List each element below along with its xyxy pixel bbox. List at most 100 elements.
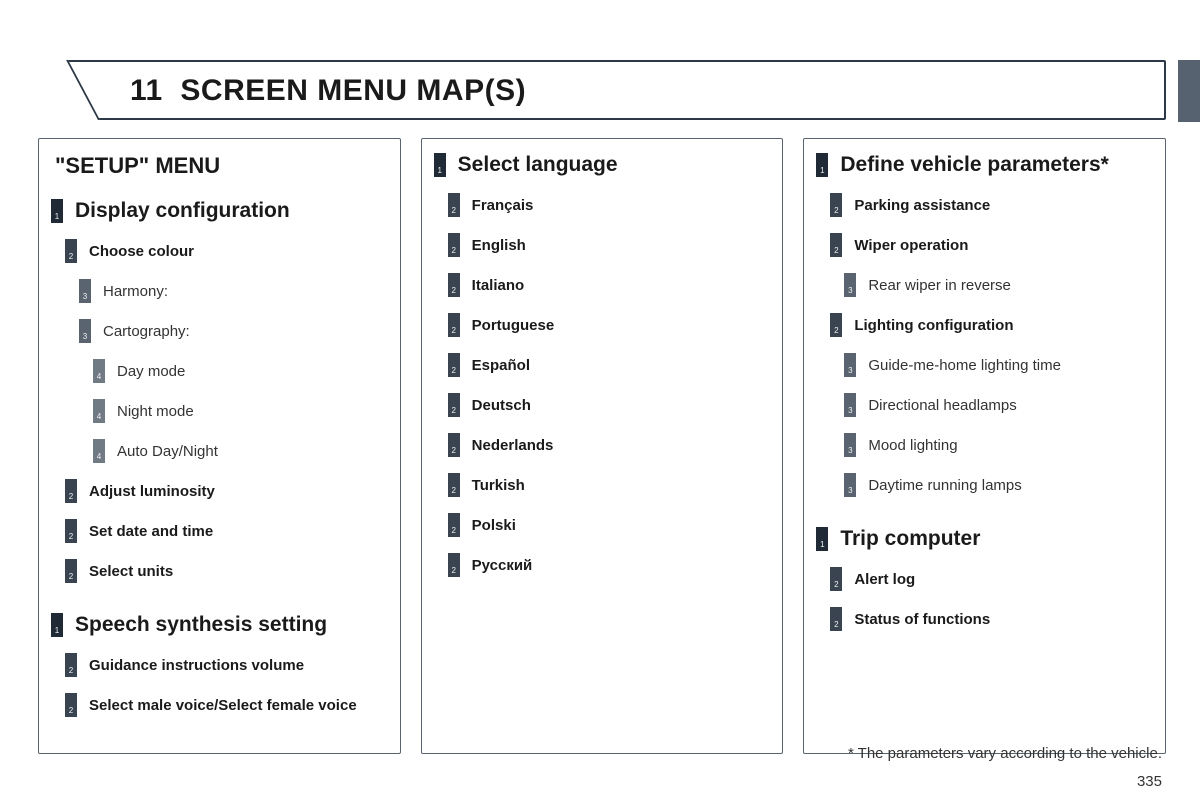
- footnote: * The parameters vary according to the v…: [848, 745, 1162, 762]
- menu-item: 2Choose colour: [51, 239, 388, 263]
- level-marker: 2: [448, 273, 460, 297]
- level-marker: 4: [93, 399, 105, 423]
- menu-item: 2Français: [434, 193, 771, 217]
- menu-item: 2Alert log: [816, 567, 1153, 591]
- menu-item-label: Set date and time: [77, 523, 213, 540]
- level-marker: 3: [79, 279, 91, 303]
- level-marker: 1: [51, 613, 63, 637]
- level-marker: 2: [65, 479, 77, 503]
- menu-item-label: Define vehicle parameters*: [828, 153, 1108, 177]
- menu-item-label: Select male voice/Select female voice: [77, 697, 357, 714]
- menu-item-label: Display configuration: [63, 199, 290, 223]
- panel-title: "SETUP" MENU: [51, 153, 388, 179]
- level-marker: 2: [830, 607, 842, 631]
- menu-item: 2Guidance instructions volume: [51, 653, 388, 677]
- menu-item: 2English: [434, 233, 771, 257]
- menu-item-label: Cartography:: [91, 323, 190, 340]
- menu-item: 1Display configuration: [51, 199, 388, 223]
- menu-item: 3Guide-me-home lighting time: [816, 353, 1153, 377]
- menu-item-label: Lighting configuration: [842, 317, 1013, 334]
- menu-item-label: Night mode: [105, 403, 194, 420]
- level-marker: 3: [79, 319, 91, 343]
- level-marker: 2: [448, 193, 460, 217]
- level-marker: 2: [448, 473, 460, 497]
- menu-item: 2Portuguese: [434, 313, 771, 337]
- menu-item-label: Adjust luminosity: [77, 483, 215, 500]
- menu-item-label: Select units: [77, 563, 173, 580]
- columns: "SETUP" MENU 1Display configuration2Choo…: [38, 138, 1166, 754]
- menu-item: 2Parking assistance: [816, 193, 1153, 217]
- panel-vehicle-parameters: 1Define vehicle parameters*2Parking assi…: [803, 138, 1166, 754]
- menu-item: 2Set date and time: [51, 519, 388, 543]
- menu-item: 2Nederlands: [434, 433, 771, 457]
- menu-item: 1Define vehicle parameters*: [816, 153, 1153, 177]
- level-marker: 4: [93, 439, 105, 463]
- panel-language: 1Select language2Français2English2Italia…: [421, 138, 784, 754]
- menu-item: 2Wiper operation: [816, 233, 1153, 257]
- menu-item: 3Daytime running lamps: [816, 473, 1153, 497]
- level-marker: 2: [830, 193, 842, 217]
- menu-list: 1Define vehicle parameters*2Parking assi…: [816, 153, 1153, 647]
- menu-item-label: Daytime running lamps: [856, 477, 1021, 494]
- level-marker: 2: [65, 559, 77, 583]
- menu-item-label: Guidance instructions volume: [77, 657, 304, 674]
- menu-item-label: Русский: [460, 557, 533, 574]
- level-marker: 1: [816, 153, 828, 177]
- menu-item: 2Status of functions: [816, 607, 1153, 631]
- menu-item: 3Directional headlamps: [816, 393, 1153, 417]
- chapter-title: 11 SCREEN MENU MAP(S): [130, 74, 526, 108]
- level-marker: 3: [844, 433, 856, 457]
- menu-item: 3Cartography:: [51, 319, 388, 343]
- page-number: 335: [1137, 773, 1162, 790]
- panel-setup-menu: "SETUP" MENU 1Display configuration2Choo…: [38, 138, 401, 754]
- level-marker: 3: [844, 393, 856, 417]
- level-marker: 1: [816, 527, 828, 551]
- menu-item: 1Trip computer: [816, 527, 1153, 551]
- chapter-title-text: SCREEN MENU MAP(S): [180, 74, 526, 107]
- menu-item-label: Auto Day/Night: [105, 443, 218, 460]
- menu-item: 4Auto Day/Night: [51, 439, 388, 463]
- menu-item-label: Alert log: [842, 571, 915, 588]
- menu-item-label: English: [460, 237, 526, 254]
- menu-item: 2Lighting configuration: [816, 313, 1153, 337]
- menu-item-label: Guide-me-home lighting time: [856, 357, 1061, 374]
- menu-item: 2Polski: [434, 513, 771, 537]
- menu-item-label: Rear wiper in reverse: [856, 277, 1011, 294]
- menu-item: 3Rear wiper in reverse: [816, 273, 1153, 297]
- menu-item-label: Harmony:: [91, 283, 168, 300]
- menu-item: 2Deutsch: [434, 393, 771, 417]
- level-marker: 1: [51, 199, 63, 223]
- menu-item-label: Trip computer: [828, 527, 980, 551]
- menu-item: 2Español: [434, 353, 771, 377]
- level-marker: 2: [830, 313, 842, 337]
- menu-item-label: Mood lighting: [856, 437, 957, 454]
- menu-item-label: Turkish: [460, 477, 525, 494]
- level-marker: 3: [844, 353, 856, 377]
- level-marker: 2: [448, 393, 460, 417]
- menu-item: 3Mood lighting: [816, 433, 1153, 457]
- level-marker: 2: [65, 693, 77, 717]
- menu-item-label: Select language: [446, 153, 618, 177]
- menu-item: 2Select units: [51, 559, 388, 583]
- menu-item-label: Français: [460, 197, 534, 214]
- level-marker: 3: [844, 273, 856, 297]
- menu-item: 4Night mode: [51, 399, 388, 423]
- menu-item-label: Italiano: [460, 277, 525, 294]
- menu-item-label: Deutsch: [460, 397, 531, 414]
- menu-item-label: Parking assistance: [842, 197, 990, 214]
- menu-item: 2Select male voice/Select female voice: [51, 693, 388, 717]
- menu-list: 1Display configuration2Choose colour3Har…: [51, 199, 388, 733]
- menu-item: 1Select language: [434, 153, 771, 177]
- level-marker: 2: [830, 233, 842, 257]
- level-marker: 2: [830, 567, 842, 591]
- chapter-title-bar: 11 SCREEN MENU MAP(S): [38, 60, 1166, 120]
- menu-item-label: Directional headlamps: [856, 397, 1016, 414]
- menu-item-label: Choose colour: [77, 243, 194, 260]
- menu-item-label: Speech synthesis setting: [63, 613, 327, 637]
- menu-item: 2Русский: [434, 553, 771, 577]
- menu-item: 2Italiano: [434, 273, 771, 297]
- level-marker: 2: [448, 433, 460, 457]
- menu-item-label: Wiper operation: [842, 237, 968, 254]
- chapter-number: 11: [130, 74, 163, 107]
- level-marker: 2: [448, 313, 460, 337]
